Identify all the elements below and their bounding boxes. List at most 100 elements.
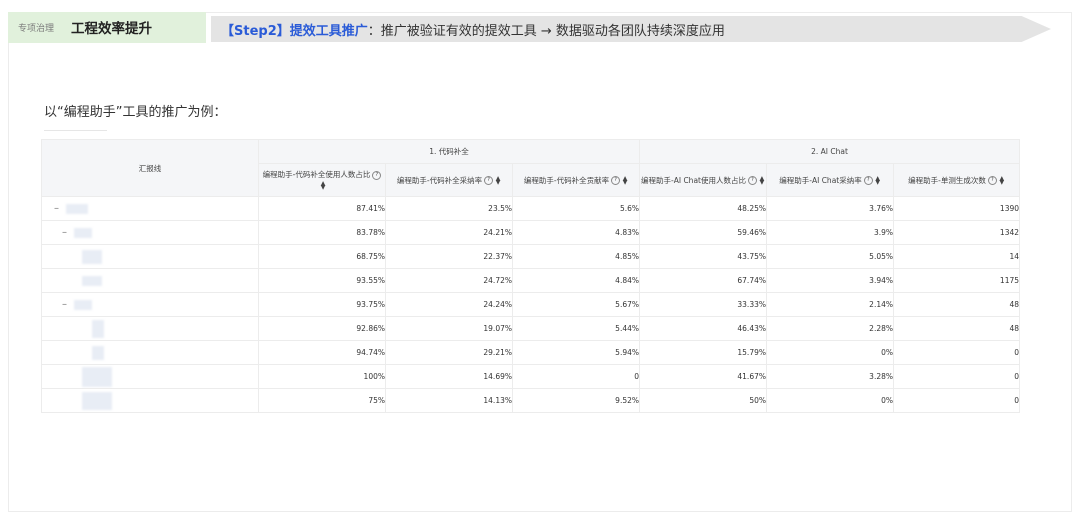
table-cell: 4.83% [512,220,640,245]
table-cell: 46.43% [639,316,767,341]
col-chat-adoption-header[interactable]: 编程助手-AI Chat采纳率? ▲ ▼ [766,163,894,197]
table-cell: 19.07% [385,316,513,341]
table-cell: 24.21% [385,220,513,245]
table-cell: 22.37% [385,244,513,269]
col-unit-test-count-header[interactable]: 编程助手-单测生成次数? ▲ ▼ [892,163,1021,197]
table-row: 75% 14.13% 9.52% 50% 0% 0 [41,388,1021,413]
table-cell: 41.67% [639,364,767,389]
help-icon[interactable]: ? [987,176,997,185]
sort-icon[interactable]: ▲ ▼ [495,175,501,185]
table-cell: 0 [892,340,1021,365]
help-icon[interactable]: ? [611,176,621,185]
table-cell: 75% [258,388,386,413]
table-cell: 1342 [892,220,1021,245]
step-highlight: 【Step2】提效工具推广 [221,24,368,39]
help-icon[interactable]: ? [372,170,382,180]
redacted-name [74,228,92,238]
table-cell: 1390 [892,196,1021,221]
table-cell: 83.78% [258,220,386,245]
redacted-name [92,345,104,360]
sort-icon[interactable]: ▲ ▼ [320,181,326,191]
table-cell: 4.84% [512,268,640,293]
table-cell: 43.75% [639,244,767,269]
example-subtitle: 以“编程助手”工具的推广为例： [44,105,227,120]
table-cell: 33.33% [639,292,767,317]
table-cell: 48.25% [639,196,767,221]
table-row: 100% 14.69% 0 41.67% 3.28% 0 [41,364,1021,389]
table-cell: 14.13% [385,388,513,413]
table-cell: 68.75% [258,244,386,269]
help-icon[interactable]: ? [863,176,873,185]
report-line-cell [41,244,259,269]
table-cell: 0% [766,340,894,365]
report-line-cell: – [41,196,259,221]
table-cell: 5.94% [512,340,640,365]
redacted-name [92,319,104,338]
table-cell: 1175 [892,268,1021,293]
table-cell: 9.52% [512,388,640,413]
column-header-label: 编程助手-AI Chat使用人数占比 [641,175,746,185]
redacted-name [82,275,102,286]
table-cell: 5.6% [512,196,640,221]
table-cell: 24.24% [385,292,513,317]
table-cell: 5.44% [512,316,640,341]
collapse-icon[interactable]: – [54,203,66,214]
sort-icon[interactable]: ▲ ▼ [875,175,881,185]
table-cell: 14.69% [385,364,513,389]
subtitle-divider [44,130,107,131]
table-cell: 0 [892,388,1021,413]
help-icon[interactable]: ? [747,176,757,185]
col-completion-adoption-header[interactable]: 编程助手-代码补全采纳率? ▲ ▼ [385,163,513,197]
help-icon[interactable]: ? [484,176,494,185]
table-cell: 3.9% [766,220,894,245]
step-text: 【Step2】提效工具推广：推广被验证有效的提效工具 → 数据驱动各团队持续深度… [221,20,725,39]
table-cell: 3.94% [766,268,894,293]
sort-icon[interactable]: ▲ ▼ [999,175,1005,185]
report-line-cell [41,340,259,365]
group-header-completion: 1. 代码补全 [258,139,640,164]
table-cell: 2.14% [766,292,894,317]
table-cell: 4.85% [512,244,640,269]
column-header-label: 编程助手-AI Chat采纳率 [779,175,862,185]
table-row: – 93.75% 24.24% 5.67% 33.33% 2.14% 48 [41,292,1021,317]
group-header-ai-chat: 2. AI Chat [638,139,1021,164]
table-cell: 94.74% [258,340,386,365]
metrics-table: 汇报线 1. 代码补全 2. AI Chat 编程助手-代码补全使用人数占比? ▲… [41,139,1021,413]
step-description: ：推广被验证有效的提效工具 → 数据驱动各团队持续深度应用 [367,24,725,39]
report-line-cell [41,268,259,293]
redacted-name [66,204,88,214]
report-line-header: 汇报线 [41,139,259,197]
table-cell: 93.55% [258,268,386,293]
table-cell: 3.76% [766,196,894,221]
category-label: 专项治理 [18,24,55,34]
table-body: –87.41% 23.5% 5.6% 48.25% 3.76% 1390–83.78% 24… [41,196,1021,413]
column-header-label: 编程助手-单测生成次数 [908,175,986,185]
section-title: 工程效率提升 [71,21,152,37]
collapse-icon[interactable]: – [62,299,74,310]
sort-icon[interactable]: ▲ ▼ [622,175,628,185]
table-cell: 48 [892,292,1021,317]
table-cell: 0% [766,388,894,413]
table-cell: 0 [892,364,1021,389]
report-line-cell [41,316,259,341]
table-row: 94.74% 29.21% 5.94% 15.79% 0% 0 [41,340,1021,365]
table-row: 93.55% 24.72% 4.84% 67.74% 3.94% 1175 [41,268,1021,293]
table-cell: 15.79% [639,340,767,365]
collapse-icon[interactable]: – [62,227,74,238]
col-completion-usage-header[interactable]: 编程助手-代码补全使用人数占比? ▲ ▼ [258,163,386,197]
redacted-name [82,391,112,410]
redacted-name [82,249,102,264]
sort-icon[interactable]: ▲ ▼ [759,175,765,185]
table-cell: 29.21% [385,340,513,365]
redacted-name [82,366,112,387]
table-cell: 92.86% [258,316,386,341]
column-header-label: 编程助手-代码补全使用人数占比 [262,170,371,179]
table-row: – 87.41% 23.5% 5.6% 48.25% 3.76% 1390 [41,196,1021,221]
table-cell: 14 [892,244,1021,269]
report-line-cell: – [41,220,259,245]
table-row: 68.75% 22.37% 4.85% 43.75% 5.05% 14 [41,244,1021,269]
col-completion-contribution-header[interactable]: 编程助手-代码补全贡献率? ▲ ▼ [512,163,640,197]
category-tag: 专项治理 工程效率提升 [8,12,206,43]
col-chat-usage-header[interactable]: 编程助手-AI Chat使用人数占比? ▲ ▼ [639,163,767,197]
table-cell: 50% [639,388,767,413]
